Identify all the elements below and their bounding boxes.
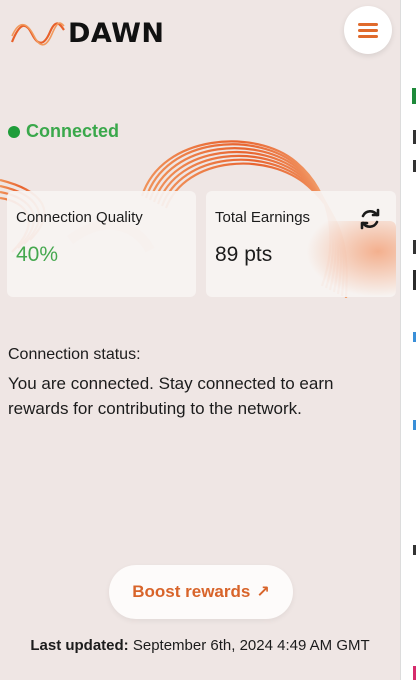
connection-quality-value: 40%	[16, 243, 59, 266]
refresh-icon[interactable]	[358, 207, 382, 231]
connection-quality-card: Connection Quality 40%	[7, 191, 196, 297]
connection-quality-label: Connection Quality	[16, 209, 143, 226]
background-window-edge	[400, 0, 416, 680]
extension-panel: DAWN Connected Connection Quality 40% To…	[0, 0, 400, 680]
last-updated-label: Last updated:	[30, 637, 129, 654]
total-earnings-label: Total Earnings	[215, 209, 311, 226]
header: DAWN	[0, 0, 400, 68]
last-updated: Last updated: September 6th, 2024 4:49 A…	[0, 637, 400, 654]
external-arrow-icon: ↗	[256, 584, 270, 601]
logo: DAWN	[10, 18, 164, 49]
total-earnings-card: Total Earnings 89 pts	[206, 191, 396, 297]
status-label: Connected	[26, 121, 120, 141]
card-glow	[306, 221, 396, 297]
hamburger-icon	[358, 23, 378, 38]
status-dot-icon	[8, 125, 20, 138]
last-updated-value: September 6th, 2024 4:49 AM GMT	[132, 637, 370, 654]
connection-status-description: You are connected. Stay connected to ear…	[8, 374, 334, 418]
connection-status-indicator: Connected	[8, 121, 119, 142]
logo-text: DAWN	[68, 18, 165, 49]
connection-status-heading: Connection status:	[8, 346, 141, 363]
dawn-wave-logo-icon	[10, 21, 65, 46]
total-earnings-value: 89 pts	[215, 243, 273, 266]
menu-button[interactable]	[344, 6, 392, 54]
boost-rewards-label: Boost rewards	[132, 582, 251, 601]
boost-rewards-button[interactable]: Boost rewards ↗	[109, 565, 293, 619]
